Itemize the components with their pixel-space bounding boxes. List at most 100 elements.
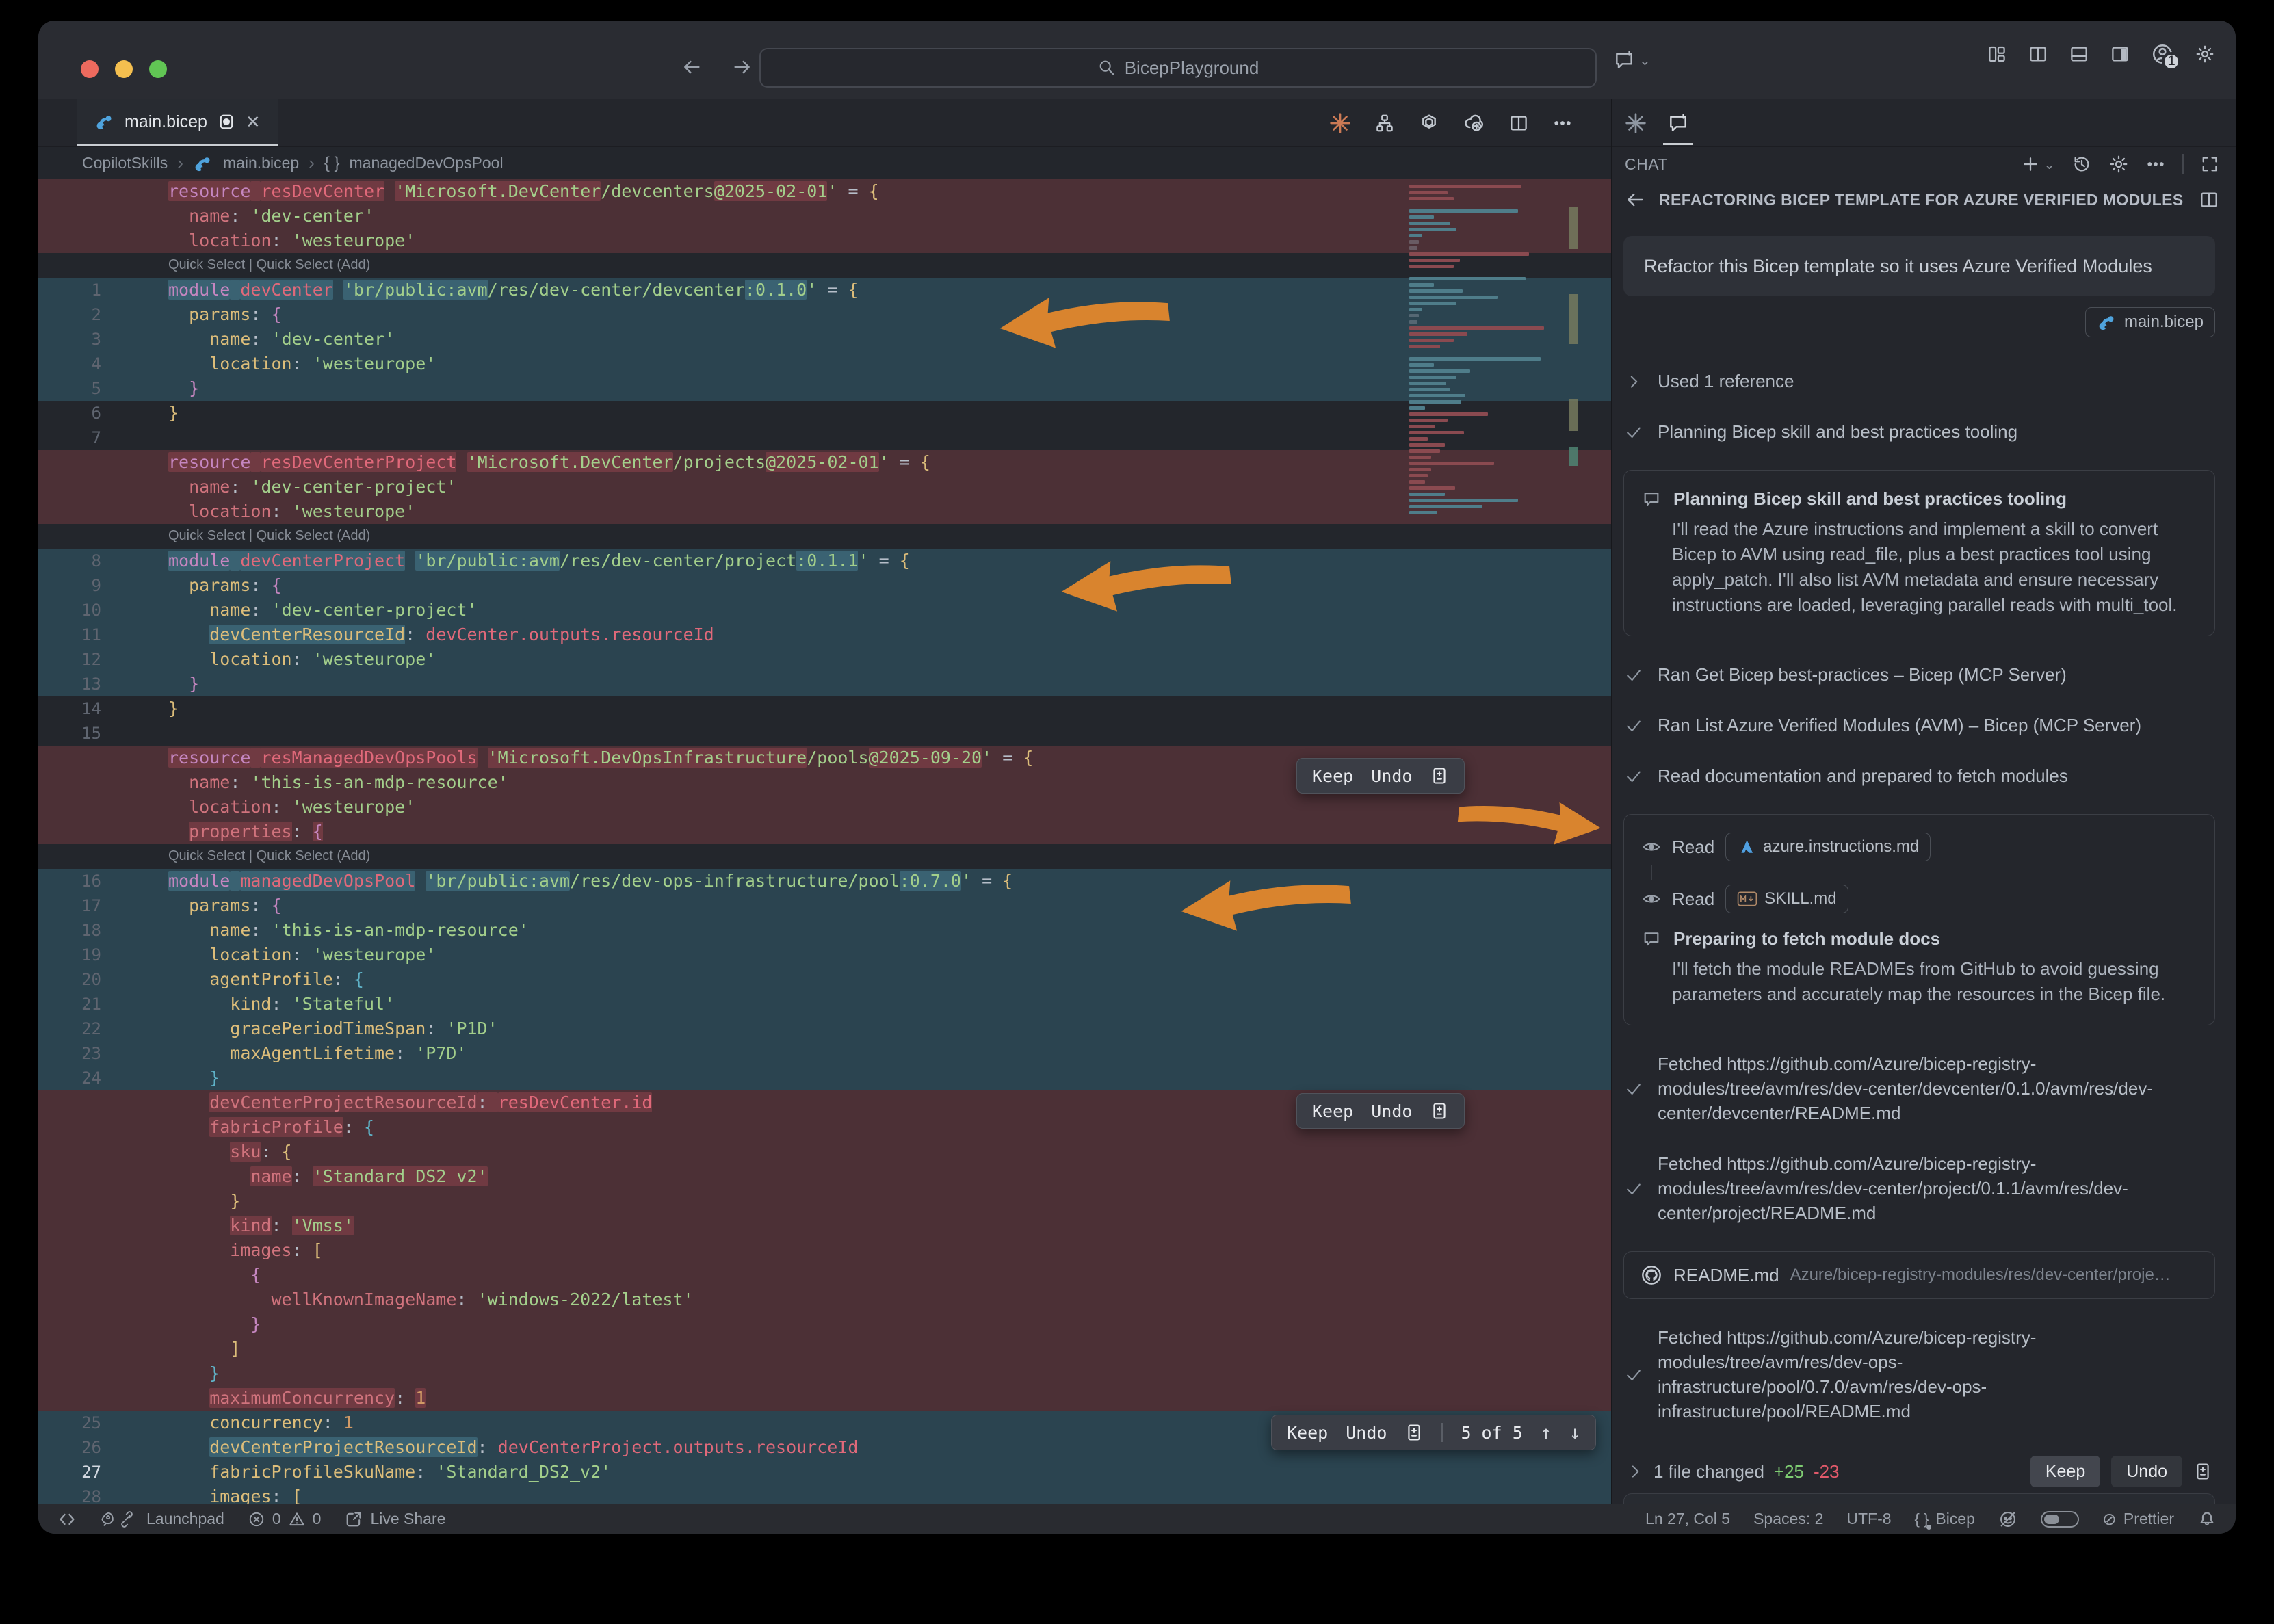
code-line[interactable]: 27fabricProfileSkuName: 'Standard_DS2_v2… [38, 1460, 1611, 1484]
code-line[interactable]: resource resDevCenter 'Microsoft.DevCent… [38, 179, 1611, 204]
completed-step-row[interactable]: Fetched https://github.com/Azure/bicep-r… [1623, 1051, 2215, 1125]
code-line[interactable]: wellKnownImageName: 'windows-2022/latest… [38, 1287, 1611, 1312]
completed-step-row[interactable]: Ran List Azure Verified Modules (AVM) – … [1623, 713, 2215, 737]
code-line[interactable]: location: 'westeurope' [38, 795, 1611, 820]
code-line[interactable]: 1module devCenter 'br/public:avm/res/dev… [38, 278, 1611, 302]
code-line[interactable]: 7 [38, 425, 1611, 450]
breadcrumb-symbol[interactable]: managedDevOpsPool [350, 154, 504, 172]
completed-step-row[interactable]: Fetched https://github.com/Azure/bicep-r… [1623, 1325, 2215, 1424]
prev-change-icon[interactable]: ↑ [1541, 1422, 1552, 1443]
code-line[interactable]: 20agentProfile: { [38, 967, 1611, 992]
code-line[interactable]: location: 'westeurope' [38, 499, 1611, 524]
files-changed-summary[interactable]: 1 file changed [1654, 1461, 1764, 1482]
deploy-cloud-icon[interactable] [1463, 112, 1485, 134]
chat-more-icon[interactable] [2145, 154, 2166, 174]
copilot-status-icon[interactable] [1998, 1510, 2017, 1529]
file-diff-icon[interactable] [2193, 1462, 2212, 1481]
code-line[interactable]: 28images: [ [38, 1484, 1611, 1504]
notifications-bell-icon[interactable] [2197, 1510, 2217, 1529]
undo-button[interactable]: Undo [1371, 1101, 1412, 1121]
chat-input-box[interactable]: + main.bicep Agent ⌄ GPT-5.2-Codex ⌄ [1623, 1493, 2215, 1504]
code-line[interactable]: name: 'Standard_DS2_v2' [38, 1164, 1611, 1189]
code-line[interactable]: 18name: 'this-is-an-mdp-resource' [38, 918, 1611, 943]
history-forward-icon[interactable] [731, 56, 753, 78]
statusbar-indentation[interactable]: Spaces: 2 [1753, 1510, 1823, 1528]
minimap[interactable] [1409, 185, 1553, 517]
completed-step-row[interactable]: Read documentation and prepared to fetch… [1623, 763, 2215, 788]
code-line[interactable]: 13} [38, 672, 1611, 696]
statusbar-language-mode[interactable]: { }Bicep [1915, 1510, 1975, 1528]
code-line[interactable]: kind: 'Vmss' [38, 1214, 1611, 1238]
code-line[interactable]: resource resDevCenterProject 'Microsoft.… [38, 450, 1611, 475]
chevron-right-icon[interactable] [1626, 1463, 1644, 1480]
code-line[interactable]: sku: { [38, 1140, 1611, 1164]
code-line[interactable]: { [38, 1263, 1611, 1287]
statusbar-encoding[interactable]: UTF-8 [1846, 1510, 1891, 1528]
code-line[interactable]: 15 [38, 721, 1611, 746]
read-file-row[interactable]: ReadSKILL.md [1642, 885, 2197, 913]
code-line[interactable]: 11devCenterResourceId: devCenter.outputs… [38, 623, 1611, 647]
code-line[interactable]: } [38, 1361, 1611, 1386]
chat-history-icon[interactable] [2072, 154, 2092, 174]
next-change-icon[interactable]: ↓ [1569, 1422, 1580, 1443]
completed-step-row[interactable]: Fetched https://github.com/Azure/bicep-r… [1623, 1151, 2215, 1225]
code-line[interactable]: } [38, 1189, 1611, 1214]
codelens-row[interactable]: Quick Select | Quick Select (Add) [38, 253, 1611, 278]
undo-all-button[interactable]: Undo [2111, 1456, 2182, 1487]
file-diff-icon[interactable] [1430, 766, 1449, 785]
open-in-editor-icon[interactable] [2199, 189, 2219, 210]
command-center-search[interactable]: BicepPlayground [759, 48, 1597, 88]
chat-tab-icon[interactable] [1667, 112, 1689, 134]
undo-button[interactable]: Undo [1371, 766, 1412, 786]
code-line[interactable]: 12location: 'westeurope' [38, 647, 1611, 672]
code-line[interactable]: ] [38, 1337, 1611, 1361]
code-line[interactable]: 3name: 'dev-center' [38, 327, 1611, 352]
message-attachment-pill[interactable]: main.bicep [2085, 307, 2215, 337]
copilot-menu-button[interactable]: ⌄ [1613, 49, 1651, 71]
code-line[interactable]: 6} [38, 401, 1611, 425]
bicep-visualizer-icon[interactable] [1374, 113, 1395, 133]
code-line[interactable]: location: 'westeurope' [38, 228, 1611, 253]
copilot-starburst-icon[interactable] [1329, 112, 1351, 134]
keep-all-button[interactable]: Keep [2030, 1456, 2100, 1487]
code-line[interactable]: 4location: 'westeurope' [38, 352, 1611, 376]
code-line[interactable]: 16module managedDevOpsPool 'br/public:av… [38, 869, 1611, 893]
copilot-starburst-icon[interactable] [1625, 112, 1647, 134]
close-window-button[interactable] [81, 60, 99, 78]
statusbar-launchpad[interactable]: Launchpad [100, 1510, 224, 1529]
code-line[interactable]: 21kind: 'Stateful' [38, 992, 1611, 1017]
code-line[interactable]: 5} [38, 376, 1611, 401]
code-line[interactable]: name: 'dev-center' [38, 204, 1611, 228]
statusbar-live-share[interactable]: Live Share [344, 1510, 445, 1529]
breadcrumb[interactable]: CopilotSkills › main.bicep › { } managed… [38, 147, 1611, 179]
code-line[interactable]: name: 'dev-center-project' [38, 475, 1611, 499]
completed-step-row[interactable]: Planning Bicep skill and best practices … [1623, 419, 2215, 444]
code-line[interactable]: 9params: { [38, 573, 1611, 598]
back-icon[interactable] [1625, 189, 1647, 211]
split-editor-icon[interactable] [2028, 44, 2048, 64]
completed-step-row[interactable]: Ran Get Bicep best-practices – Bicep (MC… [1623, 662, 2215, 687]
file-diff-icon[interactable] [1430, 1101, 1449, 1121]
file-diff-icon[interactable] [1404, 1423, 1424, 1442]
statusbar-prettier[interactable]: ⊘Prettier [2102, 1509, 2174, 1530]
undo-button[interactable]: Undo [1346, 1423, 1387, 1443]
keep-button[interactable]: Keep [1312, 1101, 1353, 1121]
openai-icon[interactable] [1418, 112, 1440, 134]
code-line[interactable]: 2params: { [38, 302, 1611, 327]
file-pill[interactable]: azure.instructions.md [1725, 833, 1931, 861]
statusbar-problems[interactable]: 00 [248, 1510, 322, 1528]
pinned-tab-icon[interactable] [217, 112, 236, 131]
keep-button[interactable]: Keep [1287, 1423, 1328, 1443]
new-chat-icon[interactable] [2020, 154, 2041, 174]
account-icon[interactable]: 1 [2151, 42, 2174, 66]
code-line[interactable]: 24} [38, 1066, 1611, 1090]
breadcrumb-folder[interactable]: CopilotSkills [82, 154, 168, 172]
window-controls[interactable] [81, 60, 167, 78]
statusbar-toggle[interactable] [2041, 1511, 2079, 1528]
code-line[interactable]: 19location: 'westeurope' [38, 943, 1611, 967]
zoom-window-button[interactable] [149, 60, 167, 78]
file-pill[interactable]: SKILL.md [1725, 885, 1848, 913]
code-line[interactable]: properties: { [38, 820, 1611, 844]
maximize-chat-icon[interactable] [2200, 155, 2219, 174]
customize-layout-icon[interactable] [1987, 44, 2007, 64]
